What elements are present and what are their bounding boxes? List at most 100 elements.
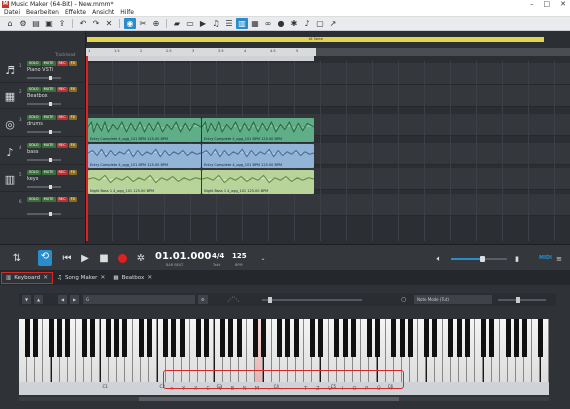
prev-preset-button[interactable]: ◀ xyxy=(58,295,68,304)
black-key[interactable] xyxy=(220,319,226,357)
black-key[interactable] xyxy=(424,319,429,357)
fx-button[interactable]: FX xyxy=(68,87,78,92)
fx-button[interactable]: FX xyxy=(68,197,78,202)
next-preset-button[interactable]: ▶ xyxy=(70,295,80,304)
black-key[interactable] xyxy=(285,319,291,357)
slider-knob[interactable] xyxy=(49,158,52,162)
black-key[interactable] xyxy=(171,319,177,357)
loop-icon[interactable]: ∞ xyxy=(262,18,274,29)
track-volume-slider[interactable] xyxy=(27,76,61,80)
velocity-slider[interactable] xyxy=(262,297,362,303)
track-name[interactable]: drums xyxy=(27,121,43,127)
rewind-button[interactable]: ⏮ xyxy=(60,252,74,266)
menu-file[interactable]: Datei xyxy=(4,9,20,16)
black-key[interactable] xyxy=(65,319,71,357)
track-volume-slider[interactable] xyxy=(27,212,61,216)
record-arm-button[interactable]: REC xyxy=(56,197,68,202)
black-key[interactable] xyxy=(179,319,185,357)
mixer-toggle-icon[interactable]: ⇅ xyxy=(10,252,24,266)
solo-button[interactable]: SOLO xyxy=(27,170,41,175)
fx-button[interactable]: FX xyxy=(68,170,78,175)
home-icon[interactable]: ⌂ xyxy=(4,18,16,29)
solo-button[interactable]: SOLO xyxy=(27,61,41,66)
keyboard-view-icon[interactable]: ▥ xyxy=(236,18,248,29)
tab-keyboard[interactable]: ▥ Keyboard ✕ xyxy=(1,271,54,284)
black-key[interactable] xyxy=(114,319,120,357)
mute-button[interactable]: MUTE xyxy=(41,170,56,175)
midi-indicator[interactable]: MIDI xyxy=(539,255,552,261)
slider-knob[interactable] xyxy=(516,297,520,303)
octave-up-button[interactable]: ▲ xyxy=(34,295,44,304)
black-key[interactable] xyxy=(89,319,95,357)
track-header-1[interactable]: ♬ 1 SOLO MUTE REC FX Piano VSTi xyxy=(0,61,86,83)
slider-knob[interactable] xyxy=(49,212,52,216)
lane[interactable] xyxy=(86,85,570,107)
scrollbar-thumb[interactable] xyxy=(139,397,399,401)
solo-button[interactable]: SOLO xyxy=(27,115,41,120)
export-icon[interactable]: ⇪ xyxy=(56,18,68,29)
track-volume-slider[interactable] xyxy=(27,130,61,134)
black-key[interactable] xyxy=(513,319,519,357)
settings-icon[interactable]: ⚙ xyxy=(17,18,29,29)
record-arm-button[interactable]: REC xyxy=(56,87,68,92)
image-icon[interactable]: ▭ xyxy=(184,18,196,29)
tab-beatbox[interactable]: ▦ Beatbox ✕ xyxy=(109,272,156,284)
mute-button[interactable]: MUTE xyxy=(41,61,56,66)
power-icon[interactable]: ○ xyxy=(398,295,409,304)
audio-clip[interactable]: Entry Complete 4_ogg_101 BPM 125.00 BPM xyxy=(202,144,314,168)
black-key[interactable] xyxy=(277,319,283,357)
black-key[interactable] xyxy=(163,319,169,357)
close-tab-icon[interactable]: ✕ xyxy=(147,274,152,281)
black-key[interactable] xyxy=(122,319,128,357)
menu-view[interactable]: Ansicht xyxy=(92,9,114,16)
play-button[interactable]: ▶ xyxy=(78,252,92,266)
black-key[interactable] xyxy=(432,319,438,357)
mouse-mode-icon[interactable]: ◉ xyxy=(124,18,136,29)
record-button[interactable] xyxy=(118,254,127,263)
slider-knob[interactable] xyxy=(49,185,52,189)
speaker-icon[interactable]: 🔈︎ xyxy=(432,252,446,266)
menu-icon[interactable]: ≡ xyxy=(552,252,566,266)
maximize-button[interactable]: □ xyxy=(544,0,551,9)
tab-song-maker[interactable]: ♫ Song Maker ✕ xyxy=(53,272,109,284)
collapse-icon[interactable]: ⌄ xyxy=(256,252,270,266)
record-arm-button[interactable]: REC xyxy=(56,115,68,120)
track-volume-slider[interactable] xyxy=(27,102,61,106)
menu-effects[interactable]: Effekte xyxy=(65,9,86,16)
slider-knob[interactable] xyxy=(49,102,52,106)
glue-icon[interactable]: ⊕ xyxy=(150,18,162,29)
fx-button[interactable]: FX xyxy=(68,115,78,120)
black-key[interactable] xyxy=(49,319,55,357)
undo-icon[interactable]: ↶ xyxy=(77,18,89,29)
record-arm-button[interactable]: REC xyxy=(56,61,68,66)
black-key[interactable] xyxy=(261,319,266,357)
audio-clip[interactable]: Night Bass 1 4_ogg_101 125.00 BPM xyxy=(202,170,314,194)
marker-strip[interactable] xyxy=(86,56,314,61)
black-key[interactable] xyxy=(81,319,87,357)
solo-button[interactable]: SOLO xyxy=(27,197,41,202)
black-key[interactable] xyxy=(375,319,381,357)
redo-icon[interactable]: ↷ xyxy=(90,18,102,29)
audio-clip[interactable]: Entry Complete 4_ogg_101 BPM 125.00 BPM xyxy=(202,118,314,142)
music-icon[interactable]: ♫ xyxy=(210,18,222,29)
mute-button[interactable]: MUTE xyxy=(41,197,56,202)
track-name[interactable]: Beatbox xyxy=(27,93,48,99)
track-header-4[interactable]: ♪ 4 SOLO MUTE REC FX bass xyxy=(0,143,86,165)
record-arm-button[interactable]: REC xyxy=(56,170,68,175)
dot-icon[interactable]: ● xyxy=(275,18,287,29)
black-key[interactable] xyxy=(293,319,299,357)
lane[interactable] xyxy=(86,194,570,216)
black-key[interactable] xyxy=(407,319,413,357)
playhead[interactable] xyxy=(86,56,88,241)
star-icon[interactable]: ✱ xyxy=(288,18,300,29)
black-key[interactable] xyxy=(391,319,397,357)
black-key[interactable] xyxy=(146,319,152,357)
black-key[interactable] xyxy=(505,319,511,357)
black-key[interactable] xyxy=(448,319,454,357)
black-key[interactable] xyxy=(464,319,470,357)
track-name[interactable]: Piano VSTi xyxy=(27,67,53,73)
track-header-2[interactable]: ▦ 2 SOLO MUTE REC FX Beatbox xyxy=(0,87,86,109)
preset-settings-icon[interactable]: ⚙ xyxy=(198,295,208,304)
split-icon[interactable]: ✂ xyxy=(137,18,149,29)
share-icon[interactable]: ↗ xyxy=(327,18,339,29)
